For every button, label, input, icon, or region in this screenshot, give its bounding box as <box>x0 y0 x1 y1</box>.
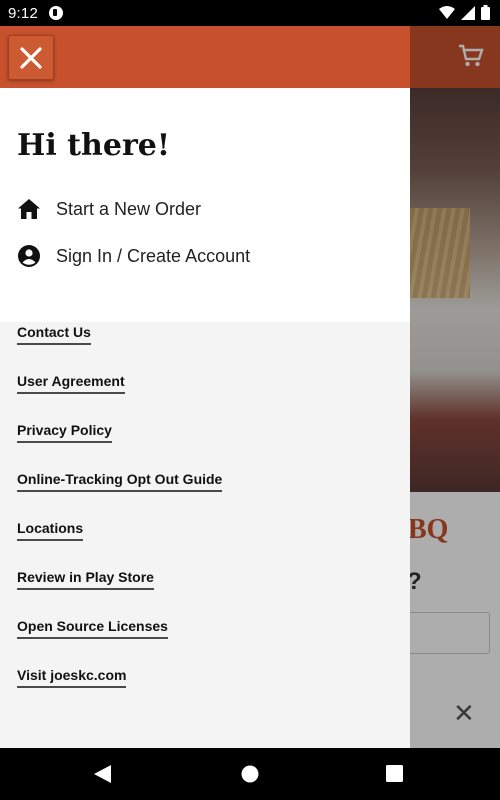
contact-us-link[interactable]: Contact Us <box>17 324 91 345</box>
account-circle-icon <box>17 244 41 268</box>
back-icon[interactable] <box>94 765 112 783</box>
locations-link[interactable]: Locations <box>17 520 84 541</box>
sign-in-item[interactable]: Sign In / Create Account <box>17 244 250 268</box>
close-drawer-button[interactable] <box>8 35 54 80</box>
wifi-icon <box>439 5 455 19</box>
status-bar: 9:12 <box>0 0 500 26</box>
app-notification-icon <box>49 6 63 20</box>
status-time: 9:12 <box>8 4 38 22</box>
privacy-policy-link[interactable]: Privacy Policy <box>17 422 112 443</box>
review-play-store-link[interactable]: Review in Play Store <box>17 569 154 590</box>
close-icon <box>20 46 42 69</box>
user-agreement-link[interactable]: User Agreement <box>17 373 125 394</box>
drawer-greeting-section: Hi there! Start a New Order Sign In / Cr… <box>0 88 410 322</box>
home-nav-icon[interactable] <box>241 765 259 783</box>
system-nav-bar <box>0 748 500 800</box>
drawer-header <box>0 26 410 88</box>
recents-icon[interactable] <box>386 765 403 782</box>
start-new-order-item[interactable]: Start a New Order <box>17 197 201 221</box>
opt-out-guide-link[interactable]: Online-Tracking Opt Out Guide <box>17 471 223 492</box>
home-icon <box>17 197 41 221</box>
sign-in-label: Sign In / Create Account <box>56 245 251 266</box>
battery-icon <box>481 5 490 20</box>
status-icons <box>439 5 490 20</box>
start-new-order-label: Start a New Order <box>56 198 202 219</box>
greeting-title: Hi there! <box>17 128 171 163</box>
signal-icon <box>461 5 475 20</box>
visit-website-link[interactable]: Visit joeskc.com <box>17 667 127 688</box>
open-source-licenses-link[interactable]: Open Source Licenses <box>17 618 168 639</box>
